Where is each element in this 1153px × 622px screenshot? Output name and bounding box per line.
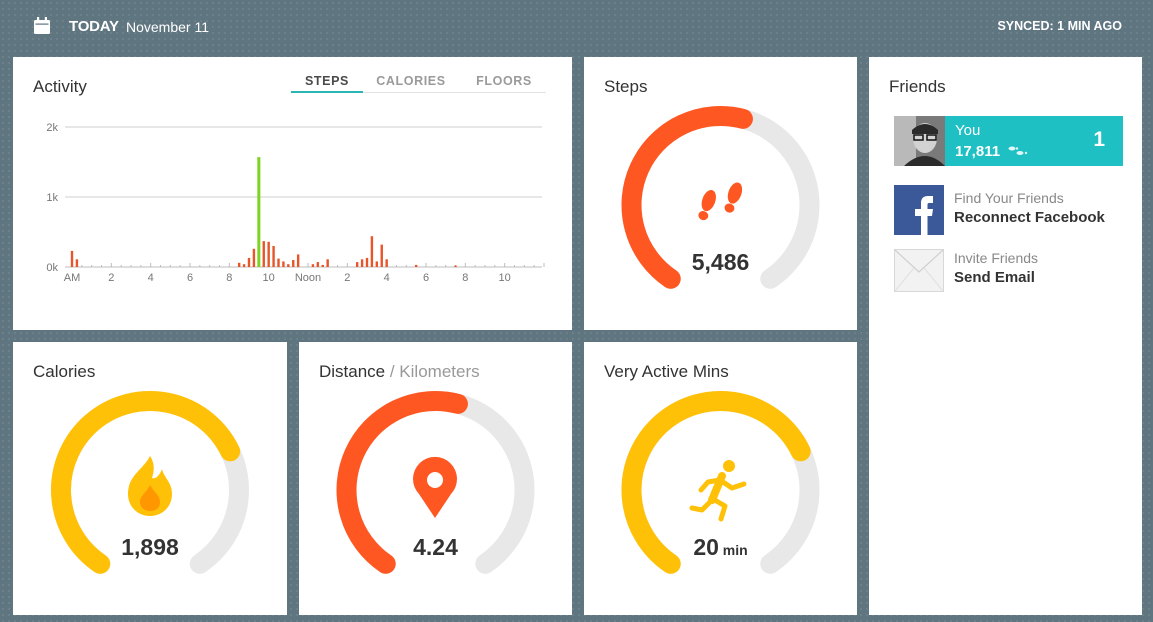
tab-steps[interactable]: STEPS (291, 74, 363, 93)
send-email-link[interactable]: Send Email (954, 269, 1035, 286)
you-steps: 17,811 (955, 143, 1001, 160)
activity-bar[interactable] (247, 257, 251, 267)
footsteps-small-icon (1008, 146, 1028, 155)
activity-bar[interactable] (360, 259, 364, 267)
activity-bar[interactable] (321, 264, 324, 267)
activity-bar[interactable] (292, 260, 295, 267)
activity-bar[interactable] (267, 241, 270, 267)
active-mins-gauge (621, 391, 820, 574)
activity-bar[interactable] (277, 258, 280, 267)
friends-title: Friends (889, 77, 946, 96)
steps-card[interactable]: Steps 5,486 (584, 57, 857, 330)
activity-bar[interactable] (242, 264, 246, 267)
x-tick-label: 2 (344, 272, 350, 284)
activity-bar[interactable] (365, 257, 369, 267)
x-tick-label: 10 (499, 272, 511, 284)
x-tick-label: 4 (148, 272, 154, 284)
steps-gauge (621, 106, 820, 289)
invite-friends-label: Invite Friends (954, 250, 1039, 266)
active-mins-card[interactable]: Very Active Mins 20 min (584, 342, 857, 615)
you-bar: You 17,811 1 (945, 116, 1123, 166)
calories-gauge (51, 391, 249, 574)
activity-bar[interactable] (370, 236, 374, 267)
x-tick-label: 8 (462, 272, 468, 284)
activity-bar[interactable] (326, 259, 329, 267)
activity-bar[interactable] (375, 261, 379, 267)
tab-floors[interactable]: FLOORS (464, 74, 544, 93)
activity-bar[interactable] (316, 262, 320, 267)
activity-bar[interactable] (257, 157, 261, 267)
sync-status: SYNCED: 1 MIN AGO (997, 19, 1122, 33)
x-tick-label: 8 (226, 272, 232, 284)
friends-card: Friends You 17,811 1 Find Your Friends R… (869, 57, 1142, 615)
calories-card[interactable]: Calories 1,898 (13, 342, 287, 615)
y-tick-label: 2k (46, 122, 58, 134)
runner-icon (689, 460, 747, 522)
y-tick-label: 1k (46, 192, 58, 204)
location-pin-icon (413, 456, 457, 518)
activity-bar[interactable] (75, 259, 79, 267)
x-tick-label: AM (64, 272, 81, 284)
activity-bar[interactable] (70, 250, 74, 267)
activity-bar[interactable] (237, 262, 241, 267)
activity-card: Activity STEPS CALORIES FLOORS 2k 1k 0k AM 2… (13, 57, 572, 330)
activity-bar[interactable] (385, 259, 388, 267)
x-tick-label: 2 (108, 272, 114, 284)
top-bar: TODAY November 11 SYNCED: 1 MIN AGO (0, 0, 1153, 52)
activity-bar[interactable] (287, 264, 290, 267)
avatar (894, 116, 945, 166)
activity-chart: 2k 1k 0k AM 2 4 6 8 10 Noon 2 4 6 8 10 (46, 122, 545, 284)
distance-value: 4.24 (413, 534, 458, 560)
y-tick-label: 0k (46, 262, 58, 274)
envelope-icon (894, 249, 944, 292)
today-label[interactable]: TODAY (69, 18, 119, 35)
active-mins-unit: min (718, 542, 748, 558)
distance-card[interactable]: Distance / Kilometers 4.24 (299, 342, 572, 615)
footsteps-icon (698, 182, 743, 221)
activity-title: Activity (33, 77, 87, 96)
activity-bar[interactable] (355, 262, 359, 267)
steps-value: 5,486 (691, 249, 750, 275)
activity-tabs: STEPS CALORIES FLOORS (290, 74, 546, 93)
facebook-icon (894, 185, 944, 235)
x-tick-label: 4 (384, 272, 390, 284)
x-tick-label: 10 (263, 272, 275, 284)
activity-bar[interactable] (272, 246, 275, 267)
calendar-icon[interactable] (34, 17, 50, 34)
calories-value: 1,898 (121, 534, 179, 560)
reconnect-facebook-link[interactable]: Reconnect Facebook (954, 209, 1105, 226)
activity-bar[interactable] (252, 248, 256, 267)
active-mins-number: 20 (693, 534, 719, 560)
distance-gauge (336, 391, 535, 574)
you-rank: 1 (1093, 128, 1105, 151)
activity-bar[interactable] (380, 244, 383, 267)
activity-bar[interactable] (282, 261, 285, 267)
activity-bar[interactable] (414, 264, 418, 267)
tab-calories[interactable]: CALORIES (371, 74, 451, 93)
activity-bar[interactable] (454, 265, 457, 267)
active-mins-value: 20 min (584, 534, 857, 561)
x-tick-label: 6 (187, 272, 193, 284)
you-name: You (955, 122, 981, 139)
find-friends-label: Find Your Friends (954, 190, 1064, 206)
flame-icon (128, 456, 172, 516)
activity-bar[interactable] (311, 264, 315, 267)
x-tick-label: Noon (295, 272, 321, 284)
activity-bar[interactable] (262, 241, 265, 267)
activity-bar[interactable] (296, 254, 300, 267)
date-label[interactable]: November 11 (126, 19, 209, 35)
x-tick-label: 6 (423, 272, 429, 284)
reconnect-facebook-row[interactable]: Find Your Friends Reconnect Facebook (894, 185, 1123, 235)
leaderboard-you-row[interactable]: You 17,811 1 (894, 116, 1123, 166)
send-email-row[interactable]: Invite Friends Send Email (894, 245, 1123, 295)
